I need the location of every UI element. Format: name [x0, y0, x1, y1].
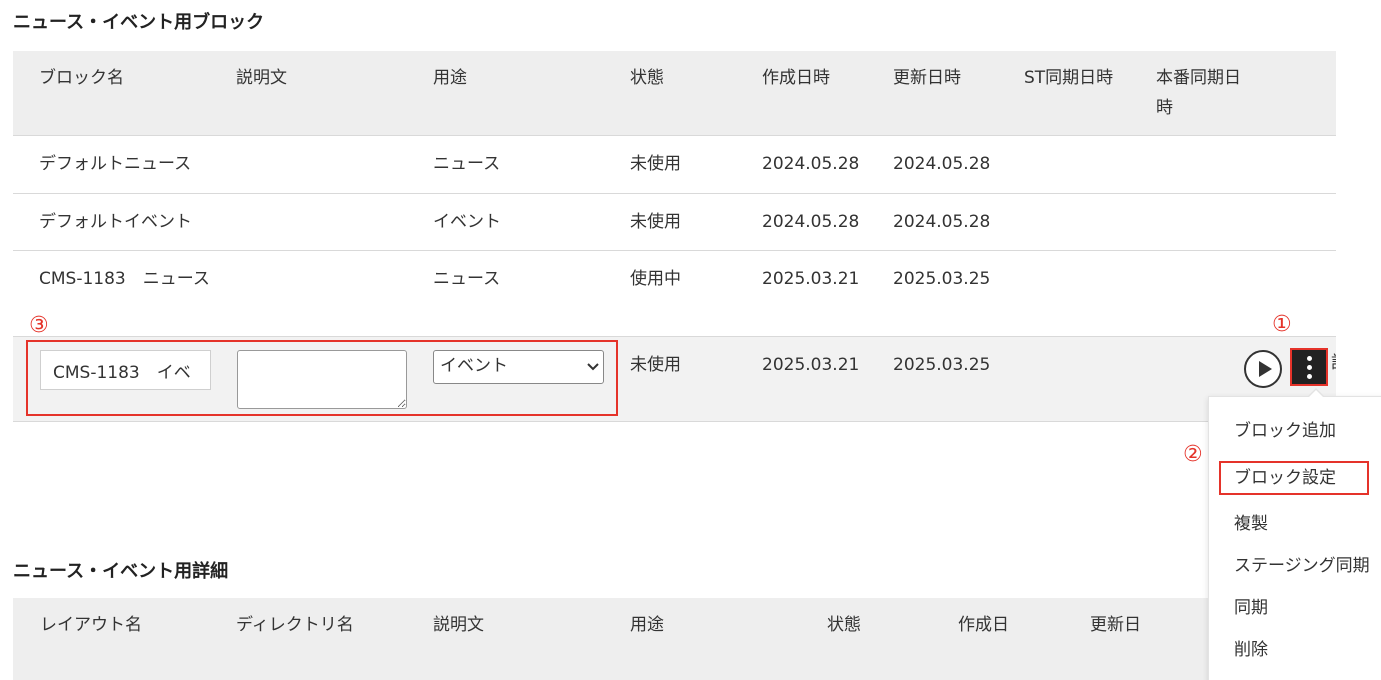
action-menu: ブロック追加 ブロック設定 複製 ステージング同期 同期 削除: [1208, 388, 1381, 680]
col-created: 作成日: [958, 615, 1009, 635]
col-created: 作成日時: [762, 68, 830, 88]
row-usage: ニュース: [433, 154, 501, 174]
section-title-detail: ニュース・イベント用詳細: [13, 561, 229, 582]
row-status: 未使用: [630, 212, 681, 232]
col-updated: 更新日: [1090, 615, 1141, 635]
menu-item-delete[interactable]: 削除: [1234, 638, 1268, 662]
row-updated: 2024.05.28: [893, 212, 991, 232]
row-usage: イベント: [433, 212, 501, 232]
row-block-name: CMS-1183 ニュース: [39, 269, 210, 289]
table-row: デフォルトニュース ニュース 未使用 2024.05.28 2024.05.28: [13, 135, 1336, 193]
col-usage: 用途: [433, 68, 467, 88]
col-usage: 用途: [630, 615, 664, 635]
play-circle-icon[interactable]: [1244, 350, 1282, 388]
detail-table: レイアウト名 ディレクトリ名 説明文 用途 状態 作成日 更新日: [13, 598, 1336, 680]
row-usage: ニュース: [433, 269, 501, 289]
table-row: デフォルトイベント イベント 未使用 2024.05.28 2024.05.28: [13, 193, 1336, 250]
row-created: 2025.03.21: [762, 269, 860, 289]
col-description: 説明文: [433, 615, 484, 635]
menu-item-add-block[interactable]: ブロック追加: [1234, 419, 1336, 443]
vertical-ellipsis-icon[interactable]: [1290, 348, 1328, 386]
annotation-3: ③: [29, 313, 49, 338]
menu-item-duplicate[interactable]: 複製: [1234, 512, 1268, 536]
col-directory-name: ディレクトリ名: [236, 615, 354, 635]
col-status: 状態: [827, 615, 861, 635]
col-status: 状態: [630, 68, 664, 88]
edit-fields-highlight: [26, 340, 618, 416]
row-block-name: デフォルトイベント: [39, 212, 192, 232]
row-created: 2024.05.28: [762, 154, 860, 174]
col-block-name: ブロック名: [39, 68, 124, 88]
col-description: 説明文: [236, 68, 287, 88]
col-prod-sync: 本番同期日時: [1156, 68, 1241, 118]
col-updated: 更新日時: [893, 68, 961, 88]
table-row: CMS-1183 ニュース ニュース 使用中 2025.03.21 2025.0…: [13, 250, 1336, 336]
row-block-name: デフォルトニュース: [39, 154, 192, 174]
clipped-action-label[interactable]: 設: [1331, 348, 1336, 378]
col-st-sync: ST同期日時: [1024, 68, 1114, 88]
menu-item-staging-sync[interactable]: ステージング同期: [1234, 554, 1370, 578]
row-created: 2024.05.28: [762, 212, 860, 232]
annotation-2: ②: [1183, 442, 1203, 467]
menu-item-sync[interactable]: 同期: [1234, 596, 1268, 620]
row-status: 未使用: [630, 154, 681, 174]
table-header: ブロック名 説明文 用途 状態 作成日時 更新日時 ST同期日時 本番同期日時: [13, 51, 1336, 135]
row-created: 2025.03.21: [762, 355, 860, 375]
table-header: レイアウト名 ディレクトリ名 説明文 用途 状態 作成日 更新日: [13, 598, 1336, 680]
block-settings-highlight: [1219, 461, 1369, 495]
row-updated: 2024.05.28: [893, 154, 991, 174]
row-updated: 2025.03.25: [893, 355, 991, 375]
annotation-1: ①: [1272, 312, 1292, 337]
row-status: 使用中: [630, 269, 681, 289]
col-layout-name: レイアウト名: [40, 615, 142, 635]
section-title-block: ニュース・イベント用ブロック: [13, 12, 265, 33]
row-updated: 2025.03.25: [893, 269, 991, 289]
row-status: 未使用: [630, 355, 681, 375]
